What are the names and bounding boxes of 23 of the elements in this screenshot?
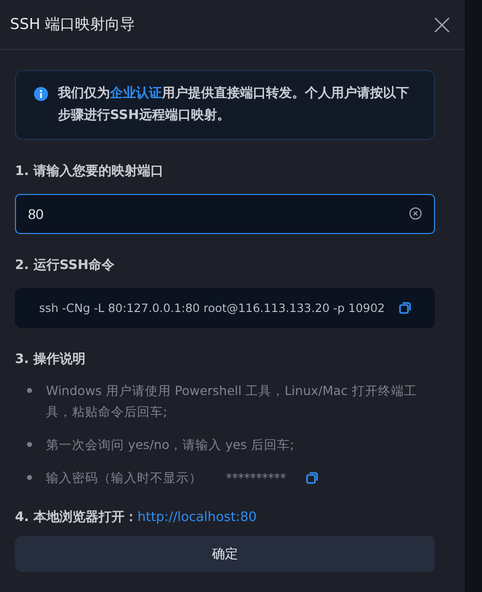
instruction-text: Windows 用户请使用 Powershell 工具，Linux/Mac 打开终端工具，粘贴命令后回车; (46, 382, 418, 421)
step-label: 1. 请输入您要的映射端口 (15, 162, 165, 180)
bullet-icon (27, 475, 32, 480)
step-label: 2. 运行SSH命令 (15, 257, 116, 274)
bullet-icon (27, 442, 32, 447)
localhost-link[interactable]: http://localhost:80 (138, 510, 257, 525)
instruction-text: 输入密码（输入时不显示） (46, 469, 202, 487)
close-button[interactable] (434, 16, 450, 32)
step-label: 3. 操作说明 (15, 351, 87, 368)
password-mask: ********** (226, 470, 286, 484)
confirm-button[interactable]: 确定 (15, 536, 435, 572)
instruction-text: 第一次会询问 yes/no，请输入 yes 后回车; (46, 436, 294, 454)
step-label: 4. 本地浏览器打开： (15, 508, 138, 526)
info-icon (34, 87, 48, 101)
bullet-icon (27, 388, 32, 393)
dialog-title: SSH 端口映射向导 (10, 15, 136, 34)
ssh-command: ssh -CNg -L 80:127.0.0.1:80 root@116.113.133.20 -p 10902 (39, 301, 385, 315)
notice-text: 我们仅为企业认证用户提供直接端口转发。个人用户请按以下步骤进行SSH远程端口映射。 (58, 84, 410, 125)
copy-icon[interactable] (306, 472, 318, 484)
copy-icon[interactable] (398, 302, 411, 314)
clear-icon[interactable] (409, 207, 422, 220)
enterprise-link[interactable]: 企业认证 (110, 86, 162, 101)
port-input[interactable]: 80 (15, 194, 435, 234)
